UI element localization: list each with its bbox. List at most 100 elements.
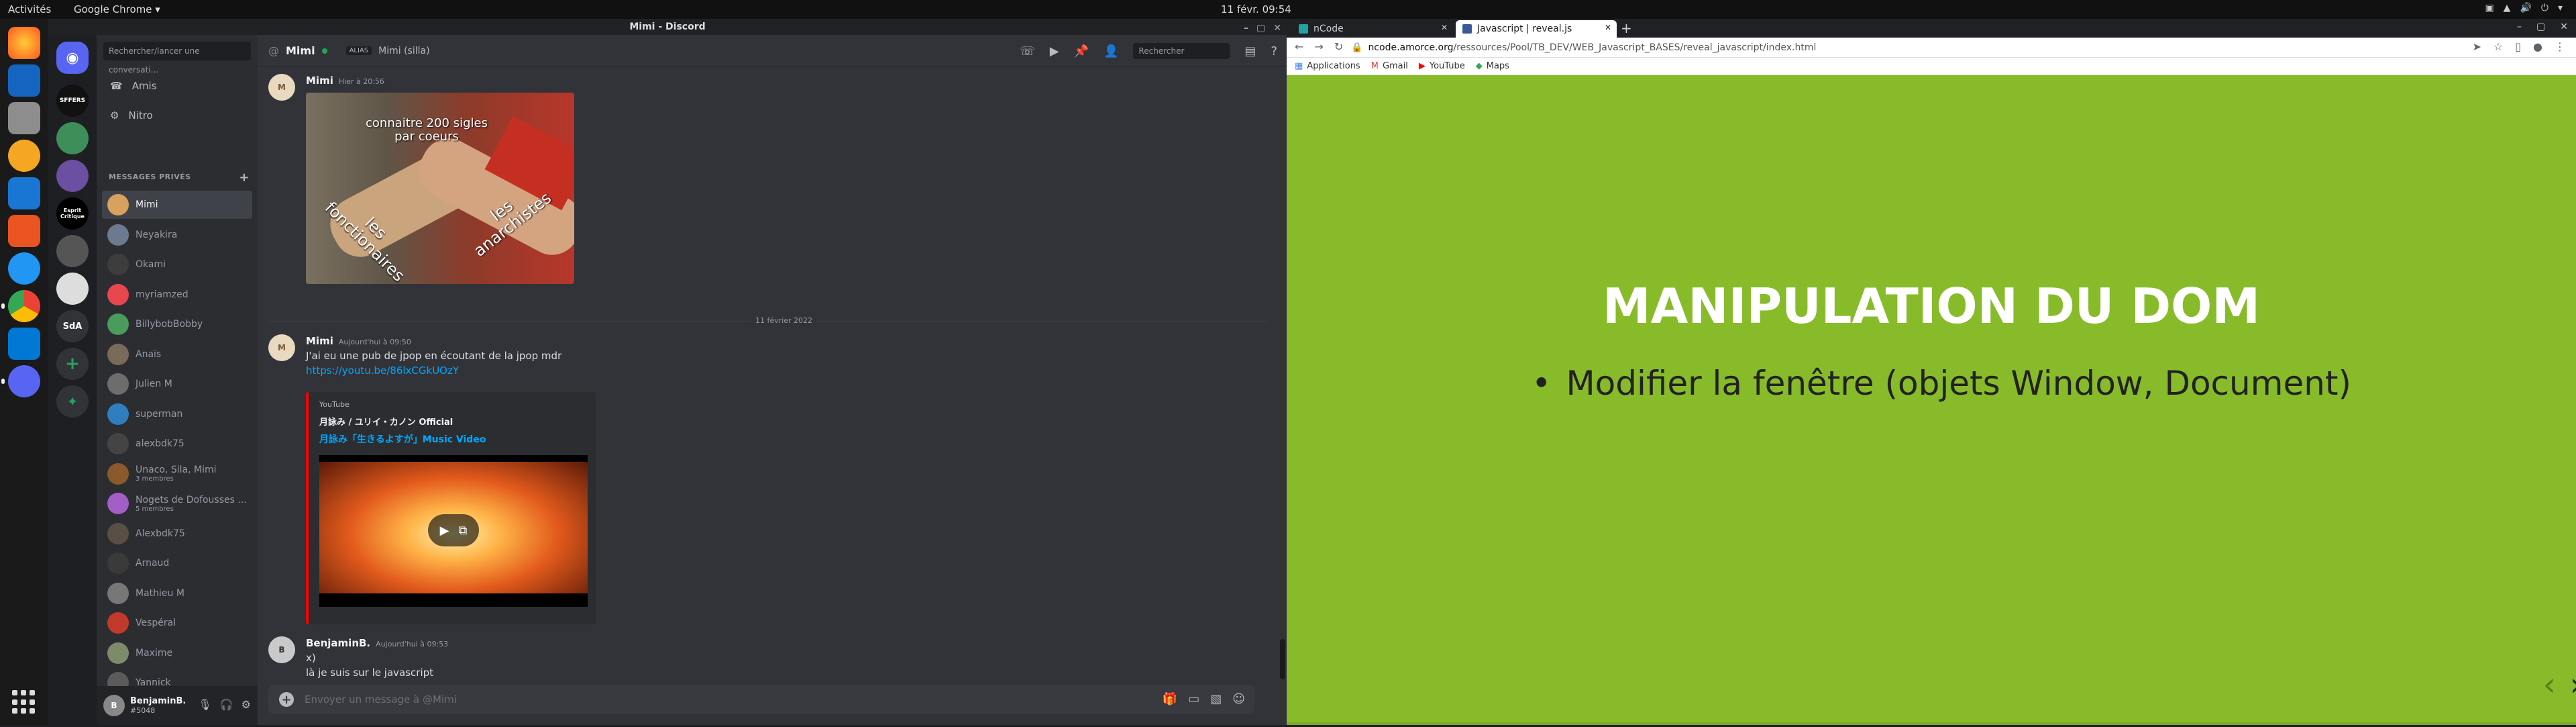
dm-item[interactable]: Maxime: [102, 639, 252, 667]
sticker-icon[interactable]: ▧: [1210, 692, 1222, 706]
headphones-icon[interactable]: 🎧: [220, 698, 233, 711]
meme-image[interactable]: connaitre 200 sigles par coeurs les fonc…: [306, 93, 574, 284]
show-apps-icon[interactable]: [12, 690, 36, 714]
minimize-button[interactable]: –: [2517, 21, 2522, 32]
embed-title[interactable]: 月詠み「生きるよすが」Music Video: [319, 432, 486, 446]
activities-button[interactable]: Activités: [8, 3, 51, 15]
rhythmbox-icon[interactable]: [8, 140, 40, 172]
back-icon[interactable]: ←: [1295, 40, 1303, 53]
prev-slide-chevron-icon[interactable]: ‹: [2543, 666, 2556, 704]
dm-item[interactable]: Neyakira: [102, 221, 252, 249]
bookmark-applications[interactable]: ▦ Applications: [1295, 61, 1360, 71]
settings-gear-icon[interactable]: ⚙: [241, 698, 251, 711]
dm-item[interactable]: Vespéral: [102, 609, 252, 637]
dm-item[interactable]: Mimi: [102, 191, 252, 219]
dm-item[interactable]: Anaïs: [102, 340, 252, 369]
bookmark-youtube[interactable]: ▶ YouTube: [1419, 61, 1465, 71]
system-tray[interactable]: ▣ ▲ 🔊 ⏻ ▾: [2485, 3, 2563, 13]
dm-item[interactable]: Mathieu M: [102, 579, 252, 608]
embed-channel[interactable]: 月詠み / ユリイ・カノン Official: [319, 415, 453, 428]
add-friends-icon[interactable]: 👤: [1104, 44, 1118, 58]
dm-item[interactable]: BillybobBobby: [102, 310, 252, 338]
message-author[interactable]: BenjaminB.: [306, 637, 370, 649]
voice-call-icon[interactable]: ☏: [1020, 44, 1035, 58]
server-icon[interactable]: [56, 235, 89, 267]
clock[interactable]: 11 févr. 09:54: [1221, 3, 1291, 15]
server-icon[interactable]: [56, 160, 89, 192]
dm-item[interactable]: Alexbdk75: [102, 520, 252, 548]
profile-icon[interactable]: ●: [2533, 40, 2542, 53]
dm-item[interactable]: Arnaud: [102, 549, 252, 577]
bookmark-gmail[interactable]: M Gmail: [1371, 61, 1408, 71]
dm-item[interactable]: Julien M: [102, 370, 252, 398]
play-button[interactable]: ▶ ⧉: [428, 514, 479, 546]
dm-item[interactable]: alexbdk75: [102, 430, 252, 458]
tab-ncode[interactable]: nCode ✕: [1292, 20, 1453, 38]
close-button[interactable]: ✕: [1273, 20, 1281, 36]
message-author[interactable]: Mimi: [306, 335, 333, 347]
message-author[interactable]: Mimi: [306, 75, 333, 87]
new-tab-icon[interactable]: +: [1621, 20, 1632, 36]
send-icon[interactable]: ➤: [2472, 40, 2481, 53]
message-composer[interactable]: + Envoyer un message à @Mimi 🎁 ▭ ▧ ☺: [268, 685, 1254, 714]
attach-plus-icon[interactable]: +: [279, 692, 294, 707]
app-menu[interactable]: Google Chrome ▾: [74, 3, 160, 15]
dm-item[interactable]: Okami: [102, 250, 252, 279]
home-discord-icon[interactable]: ◉: [56, 42, 89, 74]
server-icon[interactable]: SdA: [56, 310, 89, 342]
maximize-button[interactable]: ▢: [2536, 21, 2545, 32]
power-icon[interactable]: ⏻: [2541, 3, 2548, 13]
chat-search-input[interactable]: Rechercher: [1133, 43, 1230, 59]
app-store-icon[interactable]: [8, 215, 40, 247]
minimize-button[interactable]: –: [1244, 20, 1248, 36]
files-icon[interactable]: [8, 102, 40, 134]
server-icon[interactable]: Esprit Critique: [56, 197, 89, 230]
bookmark-star-icon[interactable]: ☆: [2493, 40, 2503, 53]
dm-item[interactable]: superman: [102, 400, 252, 428]
message-input[interactable]: Envoyer un message à @Mimi: [305, 693, 457, 706]
dm-search-input[interactable]: Rechercher/lancer une conversati...: [103, 42, 251, 75]
message-link[interactable]: https://youtu.be/86lxCGkUOzY: [306, 365, 561, 377]
chrome-icon[interactable]: [1, 290, 40, 322]
pinned-messages-icon[interactable]: 📌: [1074, 44, 1089, 58]
vscode-icon[interactable]: [8, 328, 40, 360]
reload-icon[interactable]: ↻: [1334, 40, 1343, 53]
friends-button[interactable]: ☎ Amis: [102, 72, 252, 99]
help-icon[interactable]: [8, 252, 40, 285]
nitro-button[interactable]: ⚙ Nitro: [102, 102, 252, 129]
server-icon[interactable]: [56, 273, 89, 305]
side-panel-icon[interactable]: ▯: [2515, 40, 2521, 53]
gift-icon[interactable]: 🎁: [1163, 692, 1177, 706]
bookmark-maps[interactable]: ◆ Maps: [1476, 61, 1509, 71]
add-server-icon[interactable]: +: [56, 348, 89, 380]
firefox-icon[interactable]: [8, 27, 40, 59]
video-thumbnail[interactable]: ▶ ⧉: [319, 455, 588, 607]
avatar[interactable]: B: [268, 636, 295, 663]
writer-icon[interactable]: [8, 177, 40, 209]
emoji-icon[interactable]: ☺: [1232, 692, 1245, 706]
tab-reveal-js[interactable]: Javascript | reveal.js ✕: [1456, 20, 1617, 38]
explore-servers-icon[interactable]: ✦: [56, 385, 89, 418]
dm-item[interactable]: myriamzed: [102, 281, 252, 309]
forward-icon[interactable]: →: [1314, 40, 1323, 53]
avatar[interactable]: M: [268, 74, 295, 101]
help-icon[interactable]: ?: [1271, 44, 1277, 58]
server-icon[interactable]: SFFERS: [56, 85, 89, 117]
next-slide-chevron-icon[interactable]: ›: [2570, 666, 2576, 704]
dm-item[interactable]: Unaco, Sila, Mimi 3 membres: [102, 460, 252, 488]
gif-icon[interactable]: ▭: [1188, 692, 1199, 706]
add-dm-icon[interactable]: +: [239, 171, 250, 185]
avatar[interactable]: M: [268, 334, 295, 361]
avatar[interactable]: B: [103, 695, 125, 716]
chevron-down-icon[interactable]: ▾: [2558, 3, 2563, 13]
menu-kebab-icon[interactable]: ⋮: [2555, 40, 2565, 53]
chat-scrollbar[interactable]: [1280, 639, 1285, 679]
server-icon[interactable]: [56, 122, 89, 154]
volume-icon[interactable]: 🔊: [2520, 3, 2531, 13]
maximize-button[interactable]: ▢: [1256, 20, 1265, 36]
inbox-icon[interactable]: ▤: [1244, 44, 1256, 58]
thunderbird-icon[interactable]: [8, 64, 40, 97]
discord-icon[interactable]: [1, 365, 40, 397]
close-tab-icon[interactable]: ✕: [1441, 23, 1448, 32]
vpn-icon[interactable]: ▲: [2504, 3, 2511, 13]
